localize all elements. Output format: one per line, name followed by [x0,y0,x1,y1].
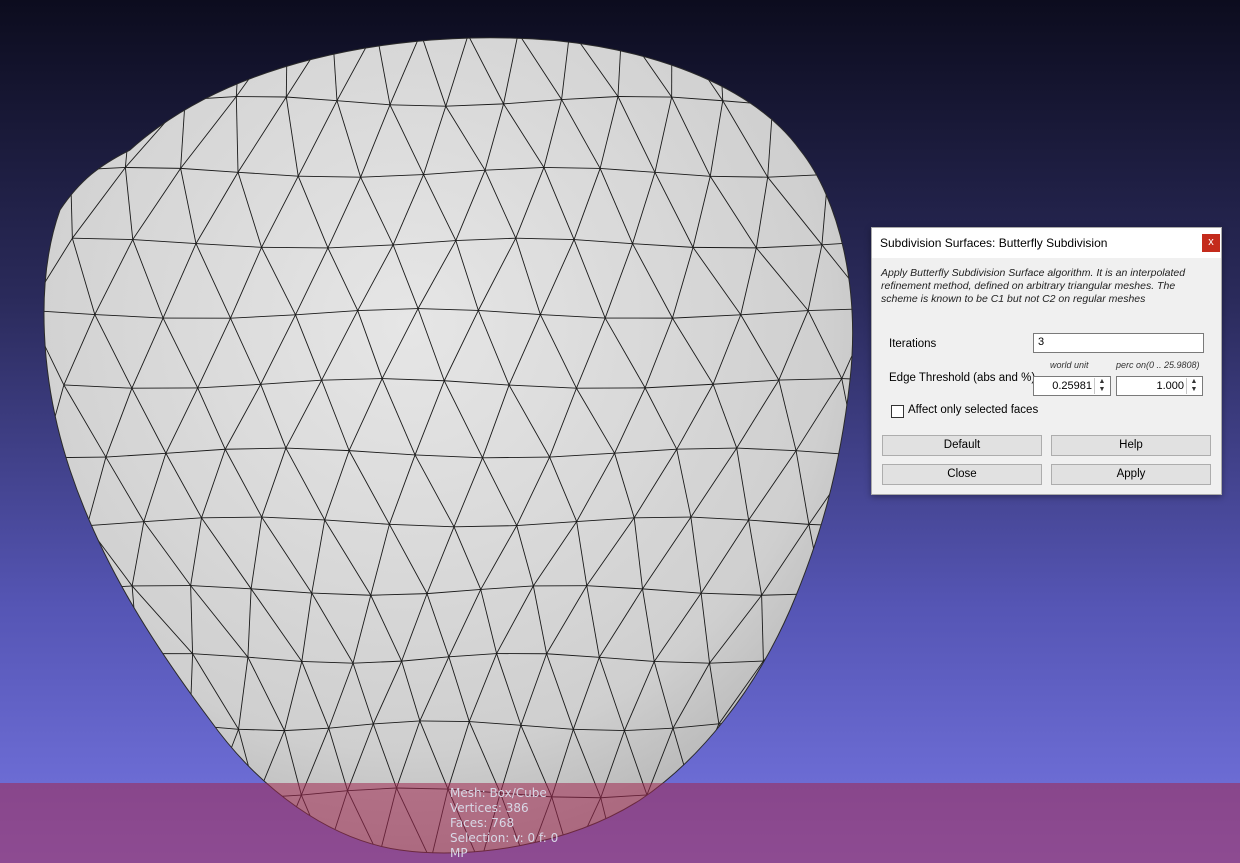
mesh-info: Mesh: Box/Cube Vertices: 386 Faces: 768 … [450,786,558,861]
mesh-edge [131,37,191,105]
mesh-edge [693,246,757,249]
edge-threshold-label: Edge Threshold (abs and %) [889,372,1036,384]
close-button[interactable]: Close [882,464,1042,485]
close-icon[interactable]: x [1202,234,1220,252]
mesh-edge [190,29,240,33]
mesh-edge [718,723,737,789]
edge-threshold-perc-spinbox[interactable]: 1.000 ▲ ▼ [1116,376,1203,396]
mesh-edge [261,246,328,249]
spin-arrows-icon[interactable]: ▲ ▼ [1094,378,1109,394]
mesh-edge [772,104,824,107]
mesh-edge [762,720,783,790]
mesh-edge [138,721,190,726]
mesh-edge [184,37,191,100]
mesh-edge [376,29,421,33]
dialog-description: Apply Butterfly Subdivision Surface algo… [881,267,1186,305]
help-button[interactable]: Help [1051,435,1211,456]
mesh-edge [672,26,719,29]
mesh-edge [138,33,190,35]
mesh-edge [130,37,139,104]
mesh-edge [131,99,186,105]
mesh-edge [468,33,518,35]
dialog-title: Subdivision Surfaces: Butterfly Subdivis… [880,236,1108,250]
affect-selected-label[interactable]: Affect only selected faces [908,404,1038,416]
mesh-edge [570,25,622,28]
info-selection: Selection: v: 0 f: 0 [450,831,559,845]
edge-threshold-abs-value: 0.25981 [1052,380,1092,392]
mesh-edge [762,656,815,722]
apply-button[interactable]: Apply [1051,464,1211,485]
mesh-edge [857,455,872,527]
mesh-edge [617,96,672,98]
perc-label: perc on(0 .. 25.9808) [1116,360,1200,370]
mesh-edge [75,525,88,590]
mesh-edge [823,106,829,175]
mesh-edge [821,526,853,594]
edge-threshold-perc-value: 1.000 [1156,380,1184,392]
mesh-edge [137,653,140,722]
default-button[interactable]: Default [882,435,1042,456]
world-unit-label: world unit [1050,360,1089,370]
mesh-edge [763,656,815,662]
edge-threshold-abs-spinbox[interactable]: 0.25981 ▲ ▼ [1033,376,1111,396]
iterations-label: Iterations [889,338,937,350]
butterfly-subdivision-dialog: Subdivision Surfaces: Butterfly Subdivis… [871,227,1222,495]
mesh-edge [814,593,823,657]
mesh-edge [719,29,764,33]
mesh-edge [419,720,470,722]
spin-arrows-icon[interactable]: ▲ ▼ [1186,378,1201,394]
info-overlay-bar [0,783,1240,863]
mesh-edge [718,720,764,725]
dialog-titlebar[interactable]: Subdivision Surfaces: Butterfly Subdivis… [872,228,1221,258]
info-mode: MP [450,846,468,860]
mesh-edge [735,720,764,789]
mesh-edge [332,26,376,29]
affect-selected-checkbox[interactable] [891,405,904,418]
mesh-edge [763,37,774,105]
mesh-edge [421,33,468,35]
mesh-edge [240,25,287,28]
iterations-input[interactable]: 3 [1033,333,1204,353]
info-faces: Faces: 768 [450,816,515,830]
mesh-surface [43,37,853,853]
info-mesh-name: Mesh: Box/Cube [450,786,547,800]
info-vertices: Vertices: 386 [450,801,529,815]
mesh-edge [763,37,824,107]
mesh-edge [518,29,570,33]
